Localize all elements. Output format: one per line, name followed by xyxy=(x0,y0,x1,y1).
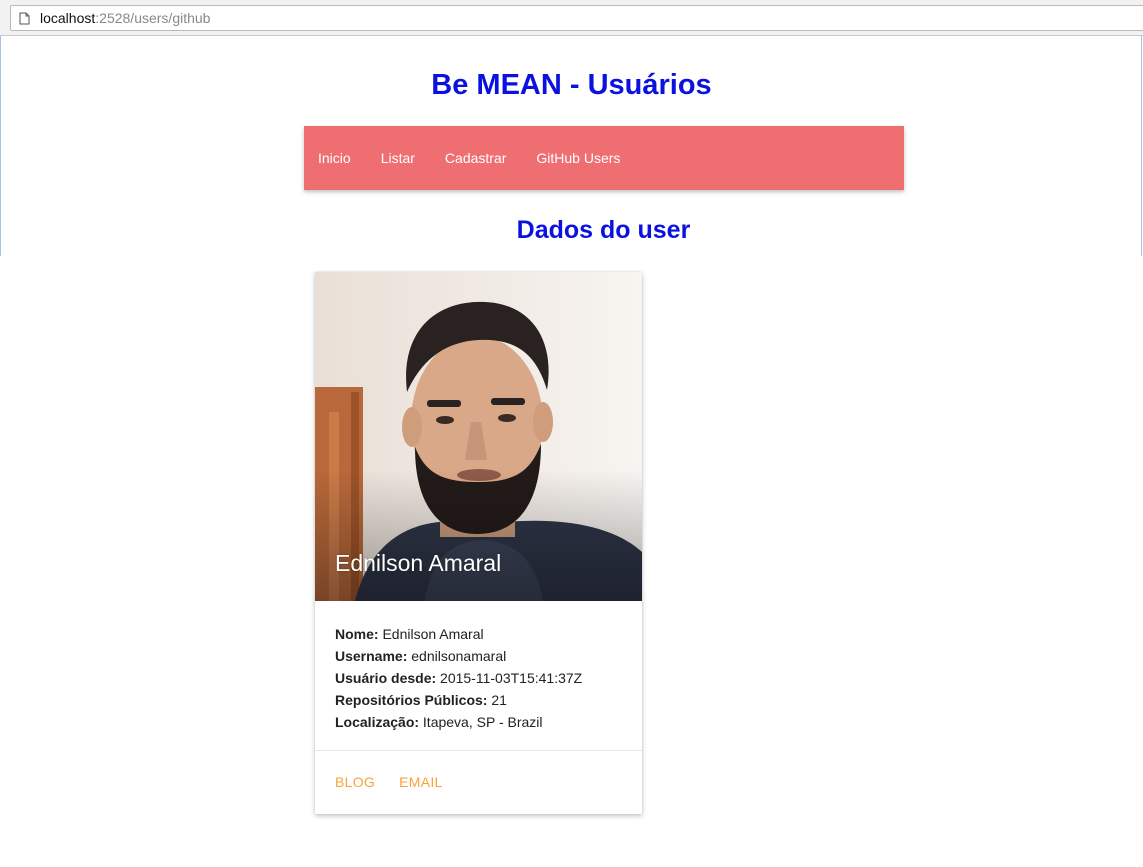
detail-value: ednilsonamaral xyxy=(411,648,507,664)
url-host: localhost xyxy=(40,10,96,26)
detail-value: 2015-11-03T15:41:37Z xyxy=(440,670,583,686)
page-icon xyxy=(19,12,30,24)
user-card: Ednilson Amaral Nome: Ednilson Amaral Us… xyxy=(315,272,642,814)
card-actions: BLOG EMAIL xyxy=(315,751,642,813)
detail-value: 21 xyxy=(491,692,507,708)
nav-item-github-users[interactable]: GitHub Users xyxy=(536,150,620,166)
browser-address-bar: localhost:2528/users/github xyxy=(0,0,1143,36)
navbar: Inicio Listar Cadastrar GitHub Users xyxy=(304,126,904,190)
user-avatar: Ednilson Amaral xyxy=(315,272,642,601)
detail-username: Username: ednilsonamaral xyxy=(335,645,622,667)
blog-link[interactable]: BLOG xyxy=(335,774,375,790)
nav-item-inicio[interactable]: Inicio xyxy=(318,150,351,166)
nav-item-listar[interactable]: Listar xyxy=(381,150,415,166)
card-title-name: Ednilson Amaral xyxy=(335,550,502,576)
nav-item-cadastrar[interactable]: Cadastrar xyxy=(445,150,506,166)
detail-localizacao: Localização: Itapeva, SP - Brazil xyxy=(335,711,622,733)
section-title: Dados do user xyxy=(516,216,691,244)
email-link[interactable]: EMAIL xyxy=(399,774,443,790)
detail-label: Repositórios Públicos: xyxy=(335,692,488,708)
url-field[interactable]: localhost:2528/users/github xyxy=(10,5,1143,31)
detail-label: Usuário desde: xyxy=(335,670,437,686)
detail-label: Username: xyxy=(335,648,408,664)
detail-repositorios: Repositórios Públicos: 21 xyxy=(335,689,622,711)
detail-label: Nome: xyxy=(335,626,379,642)
detail-usuario-desde: Usuário desde: 2015-11-03T15:41:37Z xyxy=(335,667,622,689)
detail-label: Localização: xyxy=(335,714,420,730)
detail-value: Itapeva, SP - Brazil xyxy=(422,714,543,730)
user-details: Nome: Ednilson Amaral Username: ednilson… xyxy=(315,601,642,751)
url-path: :2528/users/github xyxy=(95,10,211,26)
app-title: Be MEAN - Usuários xyxy=(431,69,712,101)
detail-nome: Nome: Ednilson Amaral xyxy=(335,623,622,645)
detail-value: Ednilson Amaral xyxy=(382,626,484,642)
